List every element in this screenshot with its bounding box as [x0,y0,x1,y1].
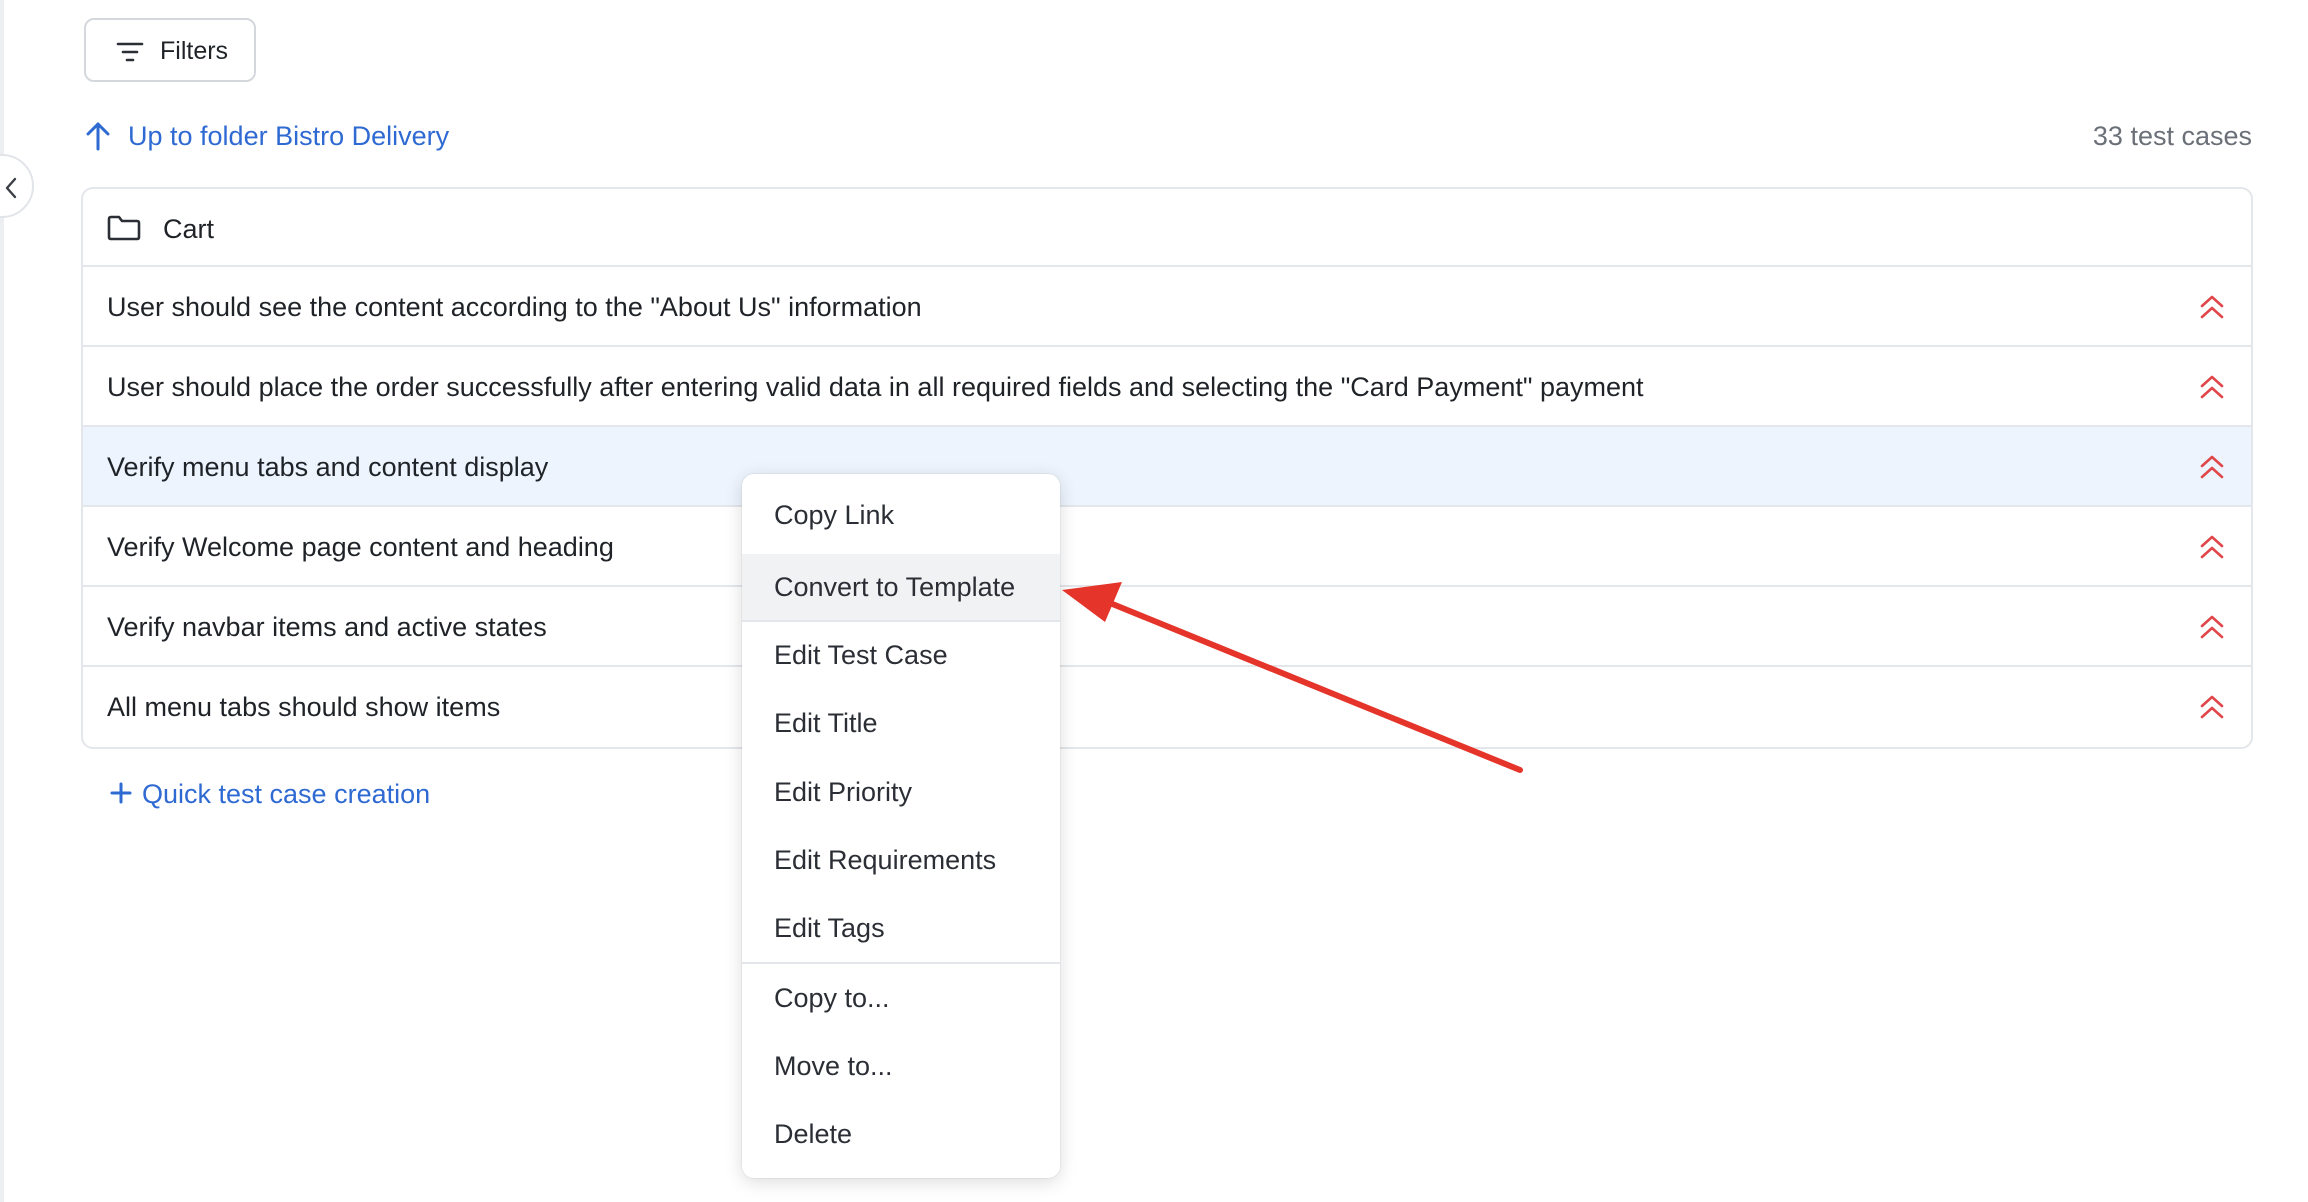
arrow-up-icon [86,122,110,151]
menu-item-label: Edit Tags [774,913,885,943]
quick-test-case-creation-label: Quick test case creation [142,779,431,809]
menu-item-label: Edit Test Case [774,640,948,670]
filters-button[interactable]: Filters [84,18,256,82]
filter-lines-icon [116,42,144,62]
menu-item-edit-title[interactable]: Edit Title [742,690,1060,756]
menu-item-label: Copy Link [774,500,895,530]
priority-high-icon [2200,455,2224,479]
collapse-sidebar-button[interactable] [0,154,34,218]
menu-item-edit-tags[interactable]: Edit Tags [742,895,1060,961]
test-case-title: Verify Welcome page content and heading [107,532,614,562]
priority-high-icon [2200,615,2224,639]
menu-item-edit-priority[interactable]: Edit Priority [742,759,1060,825]
test-case-title: User should see the content according to… [107,292,922,322]
test-case-list: Cart User should see the content accordi… [81,187,2253,749]
chevron-left-icon [5,177,17,199]
folder-name: Cart [163,214,215,244]
test-case-row[interactable]: Verify Welcome page content and heading [83,507,2251,587]
priority-high-icon [2200,695,2224,719]
test-case-row[interactable]: All menu tabs should show items [83,667,2251,747]
test-case-title: Verify navbar items and active states [107,612,547,642]
priority-high-icon [2200,375,2224,399]
menu-item-label: Delete [774,1119,853,1149]
menu-item-label: Copy to... [774,983,890,1013]
plus-icon [110,782,132,804]
menu-item-label: Edit Priority [774,777,913,807]
test-case-title: All menu tabs should show items [107,692,501,722]
up-to-folder-label: Up to folder Bistro Delivery [128,121,450,151]
test-case-title: User should place the order successfully… [107,372,1644,402]
menu-item-label: Edit Title [774,708,878,738]
test-case-row[interactable]: User should see the content according to… [83,267,2251,347]
menu-divider [742,962,1060,964]
context-menu: Copy Link Convert to Template Edit Test … [742,474,1060,1178]
priority-high-icon [2200,535,2224,559]
folder-row[interactable]: Cart [83,189,2251,267]
menu-item-edit-test-case[interactable]: Edit Test Case [742,622,1060,688]
menu-item-edit-requirements[interactable]: Edit Requirements [742,827,1060,893]
test-case-page: Filters Up to folder Bistro Delivery 33 … [0,0,2308,1202]
test-case-row[interactable]: User should place the order successfully… [83,347,2251,427]
menu-item-delete[interactable]: Delete [742,1101,1060,1167]
priority-high-icon [2200,295,2224,319]
menu-item-label: Move to... [774,1051,893,1081]
filters-label: Filters [160,37,229,65]
menu-item-copy-to[interactable]: Copy to... [742,965,1060,1031]
test-case-row[interactable]: Verify navbar items and active states [83,587,2251,667]
menu-item-copy-link[interactable]: Copy Link [742,482,1060,548]
test-case-title: Verify menu tabs and content display [107,452,549,482]
menu-item-move-to[interactable]: Move to... [742,1033,1060,1099]
menu-item-label: Edit Requirements [774,845,997,875]
test-case-count: 33 test cases [2092,121,2252,151]
menu-item-convert-to-template[interactable]: Convert to Template [742,554,1060,620]
folder-icon [107,215,141,241]
menu-item-label: Convert to Template [774,572,1016,602]
test-case-row-selected[interactable]: Verify menu tabs and content display [83,427,2251,507]
